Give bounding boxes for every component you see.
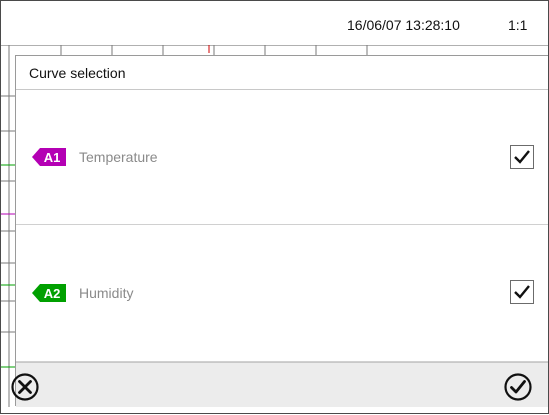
curve-a2-badge-text: A2 — [44, 286, 61, 301]
curve-a1-badge-text: A1 — [44, 150, 61, 165]
dialog-footer — [11, 362, 548, 407]
humidity-checkbox[interactable] — [510, 280, 534, 304]
curve-label-temperature: Temperature — [79, 149, 158, 165]
curve-selection-dialog: Curve selection A1 Temperature A2 Humidi… — [11, 55, 548, 407]
screen-frame: 16/06/07 13:28:10 1:1 Curve selection A1… — [0, 0, 549, 414]
curve-row-temperature[interactable]: A1 Temperature — [16, 90, 548, 225]
check-circle-icon — [504, 373, 532, 401]
curve-a2-badge-icon: A2 — [32, 284, 66, 302]
curve-a1-badge-icon: A1 — [32, 148, 66, 166]
dialog-title: Curve selection — [29, 65, 126, 81]
cancel-button[interactable] — [10, 372, 40, 402]
checkmark-icon — [514, 285, 530, 299]
checkmark-icon — [514, 150, 530, 164]
temperature-checkbox[interactable] — [510, 145, 534, 169]
dialog-title-bar: Curve selection — [16, 56, 548, 90]
curve-row-humidity[interactable]: A2 Humidity — [16, 225, 548, 362]
close-circle-icon — [11, 373, 39, 401]
curve-label-humidity: Humidity — [79, 285, 134, 301]
confirm-button[interactable] — [503, 372, 533, 402]
